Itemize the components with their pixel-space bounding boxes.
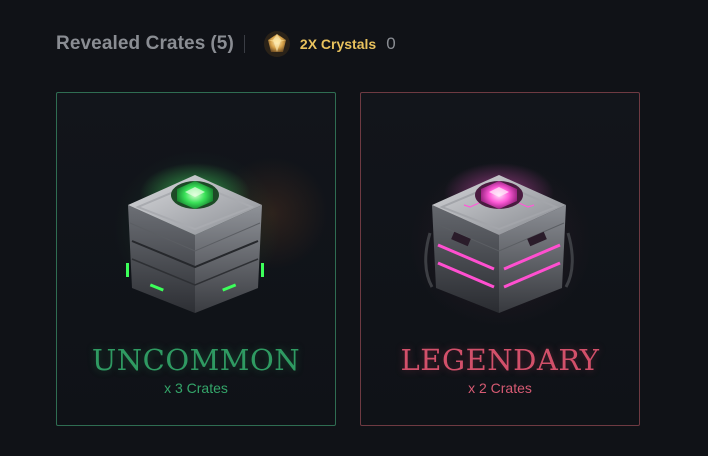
rarity-label: LEGENDARY xyxy=(400,343,600,377)
bonus-value: 0 xyxy=(386,34,396,53)
header: Revealed Crates (5) 2X Crystals 0 xyxy=(56,29,396,59)
crate-count-label: x 3 Crates xyxy=(164,380,228,396)
rarity-label: UNCOMMON xyxy=(91,343,301,377)
bonus-label: 2X Crystals xyxy=(299,36,377,52)
crates-total-count: (5) xyxy=(210,33,234,54)
title-text: Revealed Crates xyxy=(56,33,206,54)
crate-icon xyxy=(424,163,574,313)
crate-card-legendary[interactable]: LEGENDARY x 2 Crates xyxy=(360,92,640,426)
crate-card-uncommon[interactable]: UNCOMMON x 3 Crates xyxy=(56,92,336,426)
header-divider xyxy=(243,35,245,53)
crate-icon xyxy=(126,163,264,313)
crate-count-label: x 2 Crates xyxy=(468,380,532,396)
revealed-crates-screen: Revealed Crates (5) 2X Crystals 0 UNCOMM… xyxy=(0,0,708,456)
page-title: Revealed Crates (5) xyxy=(56,33,234,55)
crystal-icon xyxy=(263,31,290,57)
